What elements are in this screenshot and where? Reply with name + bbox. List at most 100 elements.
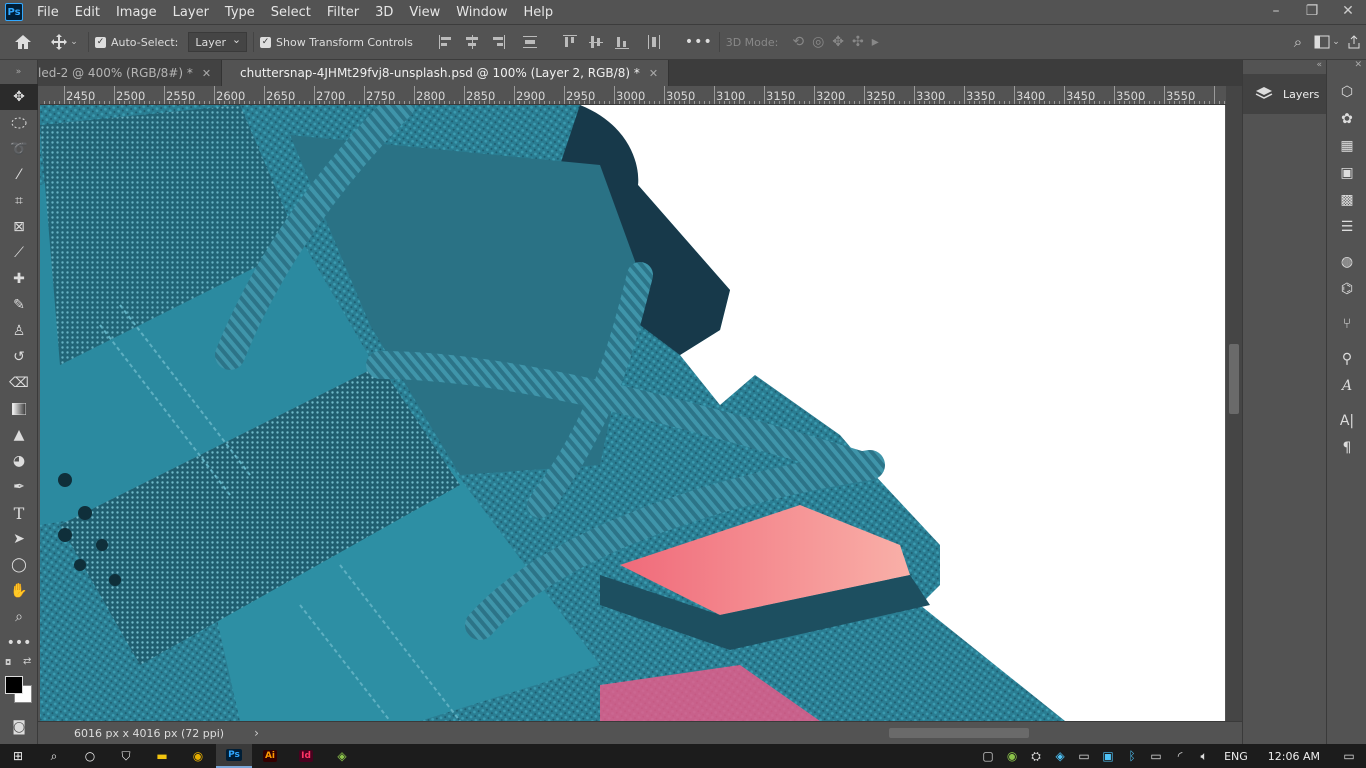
eyedropper-tool[interactable]: ⟋ <box>0 240 38 266</box>
foreground-color-swatch[interactable] <box>5 676 23 694</box>
hand-tool[interactable]: ✋ <box>0 578 38 604</box>
menu-layer[interactable]: Layer <box>165 5 217 20</box>
auto-select-checkbox[interactable]: ✓ <box>95 36 106 48</box>
clock[interactable]: 12:06 AM <box>1256 750 1332 763</box>
illustrator-taskbar-icon[interactable]: Ai <box>252 744 288 768</box>
collapse-icon[interactable]: » <box>0 60 37 84</box>
gradient-tool[interactable] <box>0 396 38 422</box>
lasso-tool[interactable]: ➰ <box>0 136 38 162</box>
paths-panel-icon[interactable]: ⌬ <box>1327 275 1366 302</box>
eraser-tool[interactable]: ⌫ <box>0 370 38 396</box>
tab-document-2[interactable]: chuttersnap-4JHMt29fvj8-unsplash.psd @ 1… <box>222 60 670 86</box>
glyphs-panel-icon[interactable]: A <box>1327 372 1366 399</box>
cortana-icon[interactable]: ○ <box>72 744 108 768</box>
tray-security-icon[interactable]: ◈ <box>1048 744 1072 768</box>
menu-view[interactable]: View <box>401 5 448 20</box>
menu-file[interactable]: File <box>29 5 67 20</box>
horizontal-scroll-thumb[interactable] <box>888 727 1029 738</box>
wifi-icon[interactable]: ◜ <box>1168 744 1192 768</box>
start-button[interactable]: ⊞ <box>0 744 36 768</box>
language-indicator[interactable]: ENG <box>1216 750 1256 763</box>
menu-image[interactable]: Image <box>108 5 165 20</box>
menu-help[interactable]: Help <box>516 5 562 20</box>
indesign-taskbar-icon[interactable]: Id <box>288 744 324 768</box>
layers-panel-button[interactable]: Layers <box>1243 74 1326 114</box>
file-explorer-icon[interactable]: ▬ <box>144 744 180 768</box>
tray-update-icon[interactable]: ▣ <box>1096 744 1120 768</box>
share-icon[interactable] <box>1342 35 1366 49</box>
battery-icon[interactable]: ▭ <box>1144 744 1168 768</box>
swatches-panel-icon[interactable]: ▦ <box>1327 132 1366 159</box>
path-selection-tool[interactable]: ➤ <box>0 526 38 552</box>
vertical-scroll-thumb[interactable] <box>1229 344 1239 414</box>
history-brush-tool[interactable]: ↺ <box>0 344 38 370</box>
volume-icon[interactable]: 🔈︎ <box>1192 744 1216 768</box>
zoom-tool[interactable]: ⌕ <box>0 604 38 630</box>
menu-3d[interactable]: 3D <box>367 5 401 20</box>
collapse-icon[interactable]: « <box>1243 60 1326 74</box>
magic-wand-tool[interactable]: ⁄ <box>0 162 38 188</box>
tray-ime-icon[interactable]: ⛭ <box>1024 744 1048 768</box>
menu-type[interactable]: Type <box>217 5 263 20</box>
tray-app-icon[interactable]: ▢ <box>976 744 1000 768</box>
edit-toolbar-icon[interactable]: ••• <box>0 630 38 656</box>
type-tool[interactable]: T <box>0 500 38 526</box>
color-panel-icon[interactable]: ✿ <box>1327 105 1366 132</box>
align-center-icon[interactable] <box>463 33 481 51</box>
bluetooth-icon[interactable]: ᛒ <box>1120 744 1144 768</box>
ellipse-tool[interactable]: ◯ <box>0 552 38 578</box>
frame-tool[interactable]: ⊠ <box>0 214 38 240</box>
align-bottom-icon[interactable] <box>613 33 631 51</box>
align-middle-icon[interactable] <box>587 33 605 51</box>
align-left-icon[interactable] <box>437 33 455 51</box>
character-panel-icon[interactable]: A| <box>1327 407 1366 434</box>
menu-select[interactable]: Select <box>263 5 319 20</box>
auto-select-dropdown[interactable]: Layer <box>188 32 248 52</box>
blur-tool[interactable]: ▲ <box>0 422 38 448</box>
swap-colors-icon[interactable]: ⇄ <box>23 656 31 667</box>
align-right-icon[interactable] <box>489 33 507 51</box>
dodge-tool[interactable]: ◕ <box>0 448 38 474</box>
show-transform-checkbox[interactable]: ✓ <box>260 36 272 48</box>
align-top-icon[interactable] <box>561 33 579 51</box>
distribute-icon[interactable] <box>521 33 539 51</box>
status-menu-arrow[interactable]: › <box>254 726 259 740</box>
adjustments-panel-icon[interactable]: ☰ <box>1327 213 1366 240</box>
quick-mask-icon[interactable]: ◙ <box>0 714 38 740</box>
photoshop-taskbar-icon[interactable]: Ps <box>216 744 252 768</box>
defender-icon[interactable]: ⛉ <box>108 744 144 768</box>
close-button[interactable]: ✕ <box>1330 0 1366 22</box>
canvas[interactable] <box>40 105 1225 721</box>
gradients-panel-icon[interactable]: ▣ <box>1327 159 1366 186</box>
search-icon[interactable]: ⌕ <box>1284 33 1312 51</box>
properties-panel-icon[interactable]: ⚲ <box>1327 345 1366 372</box>
crop-tool[interactable]: ⌗ <box>0 188 38 214</box>
menu-edit[interactable]: Edit <box>67 5 108 20</box>
menu-filter[interactable]: Filter <box>319 5 367 20</box>
close-tab-icon[interactable]: ✕ <box>202 67 211 80</box>
history-panel-icon[interactable]: ⑂ <box>1327 310 1366 337</box>
default-colors-icon[interactable]: ◘ <box>5 658 11 667</box>
workspace-icon[interactable]: ⌄ <box>1312 35 1342 49</box>
minimize-button[interactable]: – <box>1258 0 1294 22</box>
restore-button[interactable]: ❐ <box>1294 0 1330 22</box>
paragraph-panel-icon[interactable]: ¶ <box>1327 434 1366 461</box>
menu-window[interactable]: Window <box>448 5 515 20</box>
tab-document-1[interactable]: led-2 @ 400% (RGB/8#) * ✕ <box>38 60 223 86</box>
brush-tool[interactable]: ✎ <box>0 292 38 318</box>
move-tool-icon[interactable]: ⌄ <box>46 33 82 51</box>
move-tool[interactable]: ✥ <box>0 84 38 110</box>
marquee-tool[interactable] <box>0 110 38 136</box>
more-options-icon[interactable]: ••• <box>685 34 713 50</box>
libraries-panel-icon[interactable]: ◍ <box>1327 248 1366 275</box>
patterns-panel-icon[interactable]: ▩ <box>1327 186 1366 213</box>
pen-tool[interactable]: ✒ <box>0 474 38 500</box>
notifications-icon[interactable]: ▭ <box>1332 744 1366 768</box>
close-tab-icon[interactable]: ✕ <box>649 67 658 80</box>
vertical-scrollbar[interactable] <box>1226 86 1242 721</box>
app-taskbar-icon[interactable]: ◈ <box>324 744 360 768</box>
3d-panel-icon[interactable]: ⬡ <box>1327 78 1366 105</box>
chrome-icon[interactable]: ◉ <box>180 744 216 768</box>
tray-display-icon[interactable]: ▭ <box>1072 744 1096 768</box>
tray-network-app-icon[interactable]: ◉ <box>1000 744 1024 768</box>
